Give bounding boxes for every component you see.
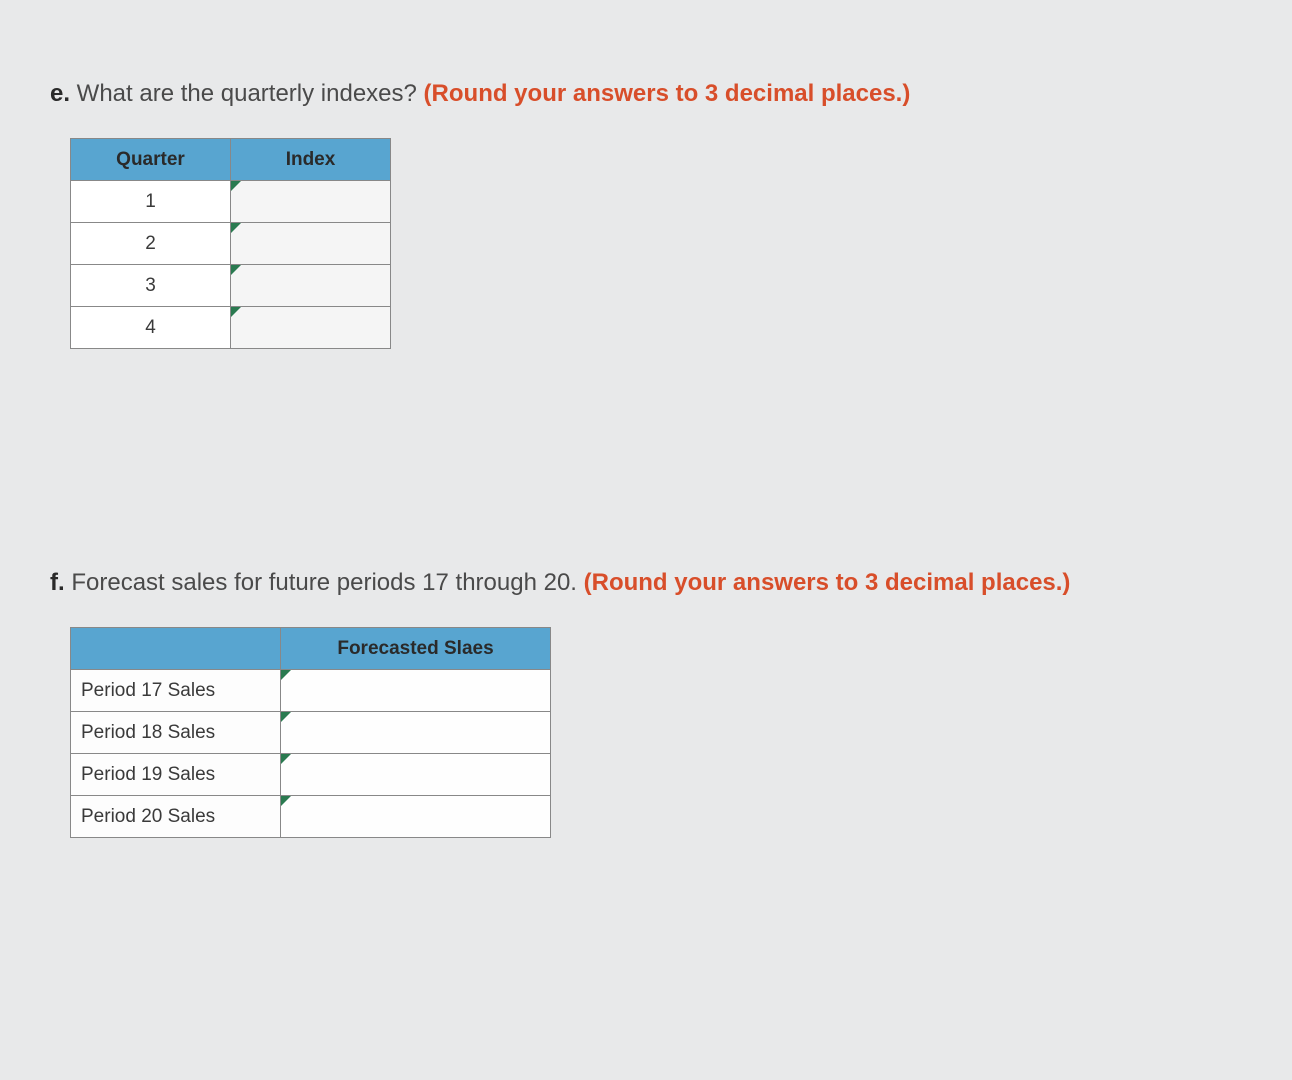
quarter-cell: 2 bbox=[71, 223, 231, 265]
table-e-header-quarter: Quarter bbox=[71, 139, 231, 181]
table-row: 2 bbox=[71, 223, 391, 265]
table-row: 4 bbox=[71, 307, 391, 349]
table-row: Period 18 Sales bbox=[71, 712, 551, 754]
index-input[interactable] bbox=[231, 181, 391, 223]
period-label: Period 19 Sales bbox=[71, 754, 281, 796]
question-f-letter: f. bbox=[50, 569, 65, 596]
table-f-header-forecasted: Forecasted Slaes bbox=[281, 628, 551, 670]
forecast-input[interactable] bbox=[281, 754, 551, 796]
question-e: e. What are the quarterly indexes? (Roun… bbox=[50, 80, 1242, 349]
index-input[interactable] bbox=[231, 265, 391, 307]
index-input[interactable] bbox=[231, 223, 391, 265]
table-row: 3 bbox=[71, 265, 391, 307]
question-e-body: What are the quarterly indexes? bbox=[70, 80, 424, 107]
quarter-cell: 4 bbox=[71, 307, 231, 349]
forecast-input[interactable] bbox=[281, 670, 551, 712]
table-row: Period 17 Sales bbox=[71, 670, 551, 712]
question-f-text: f. Forecast sales for future periods 17 … bbox=[50, 569, 1242, 597]
quarter-cell: 1 bbox=[71, 181, 231, 223]
question-f-instruction: (Round your answers to 3 decimal places.… bbox=[584, 569, 1071, 596]
period-label: Period 17 Sales bbox=[71, 670, 281, 712]
period-label: Period 18 Sales bbox=[71, 712, 281, 754]
table-forecast-sales: Forecasted Slaes Period 17 Sales Period … bbox=[70, 627, 551, 838]
forecast-input[interactable] bbox=[281, 796, 551, 838]
question-e-letter: e. bbox=[50, 80, 70, 107]
spacer bbox=[50, 389, 1242, 569]
period-label: Period 20 Sales bbox=[71, 796, 281, 838]
question-e-text: e. What are the quarterly indexes? (Roun… bbox=[50, 80, 1242, 108]
table-e-header-index: Index bbox=[231, 139, 391, 181]
table-quarterly-indexes: Quarter Index 1 2 3 4 bbox=[70, 138, 391, 349]
question-f-body: Forecast sales for future periods 17 thr… bbox=[65, 569, 584, 596]
quarter-cell: 3 bbox=[71, 265, 231, 307]
table-row: 1 bbox=[71, 181, 391, 223]
question-e-instruction: (Round your answers to 3 decimal places.… bbox=[424, 80, 911, 107]
table-row: Period 20 Sales bbox=[71, 796, 551, 838]
table-f-header-blank bbox=[71, 628, 281, 670]
question-f: f. Forecast sales for future periods 17 … bbox=[50, 569, 1242, 838]
table-row: Period 19 Sales bbox=[71, 754, 551, 796]
forecast-input[interactable] bbox=[281, 712, 551, 754]
index-input[interactable] bbox=[231, 307, 391, 349]
